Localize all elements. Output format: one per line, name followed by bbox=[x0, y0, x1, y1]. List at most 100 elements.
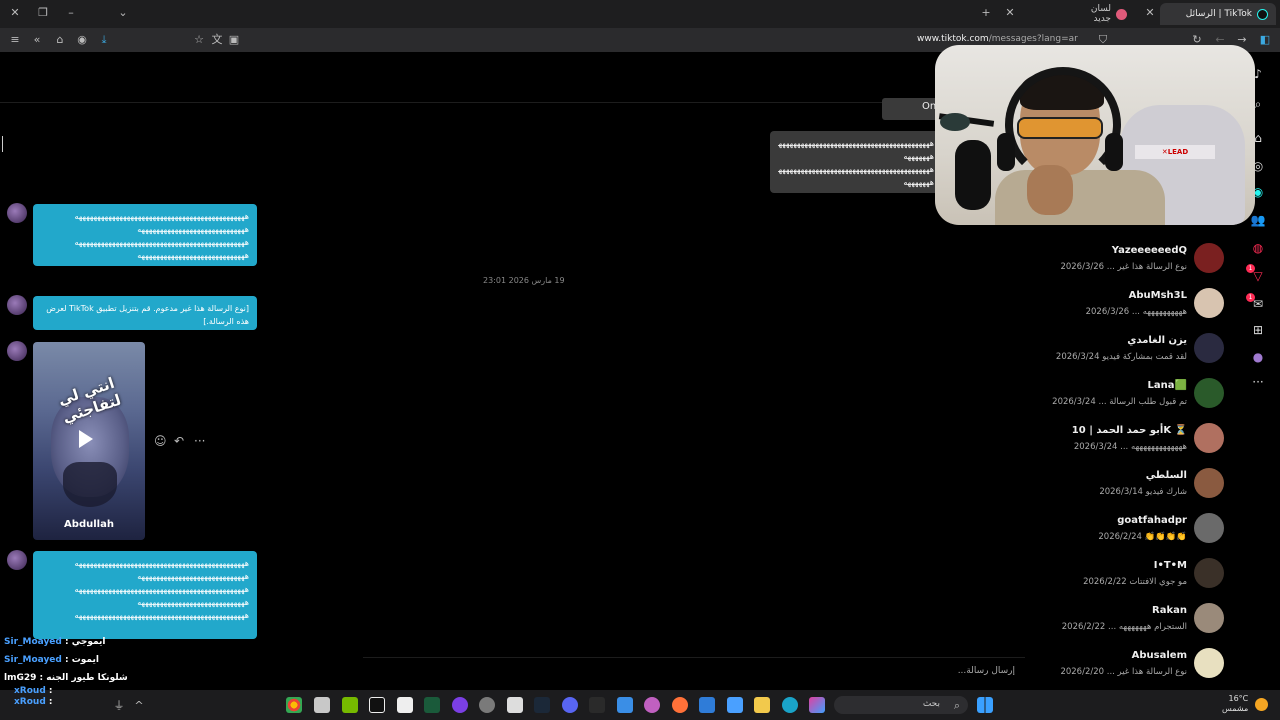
bookmark-star-icon[interactable]: ☆ bbox=[192, 33, 206, 47]
notification-badge: 1 bbox=[1246, 264, 1255, 273]
account-icon[interactable]: ◉ bbox=[75, 33, 89, 47]
sender-avatar[interactable] bbox=[7, 550, 27, 570]
translate-icon[interactable]: 文 bbox=[210, 33, 224, 47]
incoming-message-bubble[interactable]: هههههههههههههههههههههههههههههه هههههههههه… bbox=[33, 551, 257, 639]
conversation-item[interactable]: YazeeeeeedQ 2026/3/26 ... نوع الرسالة هذ… bbox=[1034, 236, 1234, 281]
sender-avatar[interactable] bbox=[7, 295, 27, 315]
home-icon[interactable]: ⌂ bbox=[53, 33, 67, 47]
url-domain: www.tiktok.com bbox=[917, 34, 989, 44]
copilot-icon[interactable] bbox=[809, 697, 825, 713]
capcut-icon[interactable] bbox=[369, 697, 385, 713]
outgoing-message-bubble[interactable]: هههههههههههههههههههههههههههههههههههههههه… bbox=[770, 131, 942, 193]
sender-avatar[interactable] bbox=[7, 203, 27, 223]
menu-icon[interactable]: ≡ bbox=[8, 33, 22, 47]
restore-window-icon[interactable]: ❐ bbox=[36, 6, 50, 20]
sidebar-toggle-icon[interactable]: « bbox=[30, 33, 44, 47]
more-icon[interactable]: ··· bbox=[1250, 374, 1266, 390]
conversation-preview: 2026/2/24 👏👏👏👏 bbox=[1098, 532, 1187, 542]
browser-icon[interactable] bbox=[672, 697, 688, 713]
edge-icon[interactable] bbox=[782, 697, 798, 713]
conversation-item[interactable]: AbuMsh3L 2026/3/26 ... ههههههههههه bbox=[1034, 281, 1234, 326]
headset-icon bbox=[1105, 133, 1123, 171]
tab-tiktok-messages[interactable]: TikTok | الرسائل bbox=[1160, 3, 1276, 25]
message-line: هههههههه bbox=[903, 152, 934, 161]
video-author-name: Abdullah bbox=[64, 519, 114, 530]
conversation-item[interactable]: goatfahadpr 2026/2/24 👏👏👏👏 bbox=[1034, 506, 1234, 551]
chrome-icon[interactable] bbox=[286, 697, 302, 713]
sidebar-panel-icon[interactable]: ◧ bbox=[1258, 33, 1272, 47]
store-icon[interactable] bbox=[727, 697, 743, 713]
photos-icon[interactable] bbox=[617, 697, 633, 713]
message-line: هههههههههههههههههههههههههههههه bbox=[137, 251, 249, 260]
tab-new-tongue[interactable]: لسان جديد bbox=[1085, 3, 1135, 25]
avatar bbox=[1194, 378, 1224, 408]
new-tab-button[interactable]: + bbox=[979, 6, 993, 20]
app-icon[interactable] bbox=[644, 697, 660, 713]
nvidia-icon[interactable] bbox=[342, 697, 358, 713]
play-icon[interactable] bbox=[79, 430, 93, 448]
friends-icon[interactable]: 👥 bbox=[1250, 212, 1266, 228]
conversation-item[interactable]: Rakan 2026/2/22 ... الستجرام هههههههه bbox=[1034, 596, 1234, 641]
epic-games-icon[interactable] bbox=[589, 697, 605, 713]
file-icon[interactable] bbox=[314, 697, 330, 713]
conversation-item[interactable]: السلطي 2026/3/14 شارك فيديو bbox=[1034, 461, 1234, 506]
windows-start-icon[interactable] bbox=[977, 697, 993, 713]
upload-icon[interactable]: ⊞ bbox=[1250, 322, 1266, 338]
close-tab-icon[interactable]: ✕ bbox=[1003, 6, 1017, 20]
unsupported-message-bubble[interactable]: [نوع الرسالة هذا غير مدعوم. قم بتنزيل تط… bbox=[33, 296, 257, 330]
mail-icon[interactable] bbox=[699, 697, 715, 713]
settings-gear-icon[interactable] bbox=[479, 697, 495, 713]
document-icon[interactable] bbox=[507, 697, 523, 713]
message-input[interactable] bbox=[415, 663, 1015, 679]
conversation-preview: 2026/2/20 ... نوع الرسالة هذا غير bbox=[1060, 667, 1187, 677]
excel-icon[interactable] bbox=[424, 697, 440, 713]
minimize-window-icon[interactable]: – bbox=[64, 6, 78, 20]
folder-icon[interactable] bbox=[754, 697, 770, 713]
stream-chat-line: xRoud : bbox=[14, 697, 53, 707]
taskbar-search-label: بحث bbox=[922, 699, 940, 709]
conversation-item[interactable]: Lana🟩 2026/3/24 ... تم قبول طلب الرسالة bbox=[1034, 371, 1234, 416]
incoming-message-bubble[interactable]: هههههههههههههههههههههههههههههه هههههههههه… bbox=[33, 204, 257, 266]
address-bar[interactable]: www.tiktok.com/messages?lang=ar bbox=[917, 34, 1078, 44]
conversation-name: السلطي bbox=[1145, 470, 1187, 481]
weather-widget[interactable]: 16°C مشمس bbox=[1222, 694, 1248, 714]
chevron-down-icon[interactable]: ⌄ bbox=[116, 6, 130, 20]
download-icon[interactable]: ⤓ bbox=[97, 33, 111, 47]
video-thumbnail-detail bbox=[63, 462, 117, 507]
avatar bbox=[1194, 648, 1224, 678]
chevron-up-icon[interactable]: ^ bbox=[132, 699, 146, 713]
conversation-name: Lana🟩 bbox=[1147, 380, 1187, 391]
chat-username: Sir_Moayed bbox=[4, 637, 62, 647]
sender-avatar[interactable] bbox=[7, 341, 27, 361]
conversation-item[interactable]: I•T•M 2026/2/22 مو جوي الافتتات bbox=[1034, 551, 1234, 596]
reply-icon[interactable]: ↶ bbox=[174, 434, 184, 448]
stream-chat-overlay: xRoud : xRoud : bbox=[14, 686, 53, 708]
avatar bbox=[1194, 513, 1224, 543]
obs-icon[interactable] bbox=[452, 697, 468, 713]
taskbar-search[interactable]: بحث bbox=[834, 696, 968, 714]
profile-icon[interactable]: ● bbox=[1250, 349, 1266, 365]
react-emoji-icon[interactable]: ☺ bbox=[154, 434, 167, 448]
discord-icon[interactable] bbox=[562, 697, 578, 713]
reader-mode-icon[interactable]: ▣ bbox=[227, 33, 241, 47]
tab-title: TikTok | الرسائل bbox=[1185, 9, 1252, 19]
live-icon[interactable]: ◍ bbox=[1250, 240, 1266, 256]
close-tab-icon[interactable]: ✕ bbox=[1143, 6, 1157, 20]
conversation-item[interactable]: يزن الغامدي 2026/3/24 لقد قمت بمشاركة في… bbox=[1034, 326, 1234, 371]
message-line: هههههههههههههههههههههههههههههه bbox=[137, 225, 249, 234]
conversation-item[interactable]: أبو حمد الحمد | 10K ⏳ 2026/3/24 ... هههه… bbox=[1034, 416, 1234, 461]
conversation-name: YazeeeeeedQ bbox=[1111, 245, 1187, 256]
shared-video-card[interactable]: انتي لي لتفاجئي Abdullah bbox=[33, 342, 145, 540]
search-icon: ⌕ bbox=[953, 699, 961, 712]
steam-icon[interactable] bbox=[534, 697, 550, 713]
avatar bbox=[1194, 468, 1224, 498]
conversation-preview: 2026/3/24 لقد قمت بمشاركة فيديو bbox=[1055, 352, 1187, 362]
close-window-icon[interactable]: ✕ bbox=[8, 6, 22, 20]
conversation-item[interactable]: Abusalem 2026/2/20 ... نوع الرسالة هذا غ… bbox=[1034, 641, 1234, 686]
conversation-name: يزن الغامدي bbox=[1127, 335, 1187, 346]
notepad-icon[interactable] bbox=[397, 697, 413, 713]
microphone-icon[interactable]: ⏚ bbox=[112, 699, 126, 713]
microphone-icon bbox=[955, 140, 991, 210]
more-options-icon[interactable]: ··· bbox=[194, 434, 205, 448]
webcam-person bbox=[1017, 117, 1103, 139]
